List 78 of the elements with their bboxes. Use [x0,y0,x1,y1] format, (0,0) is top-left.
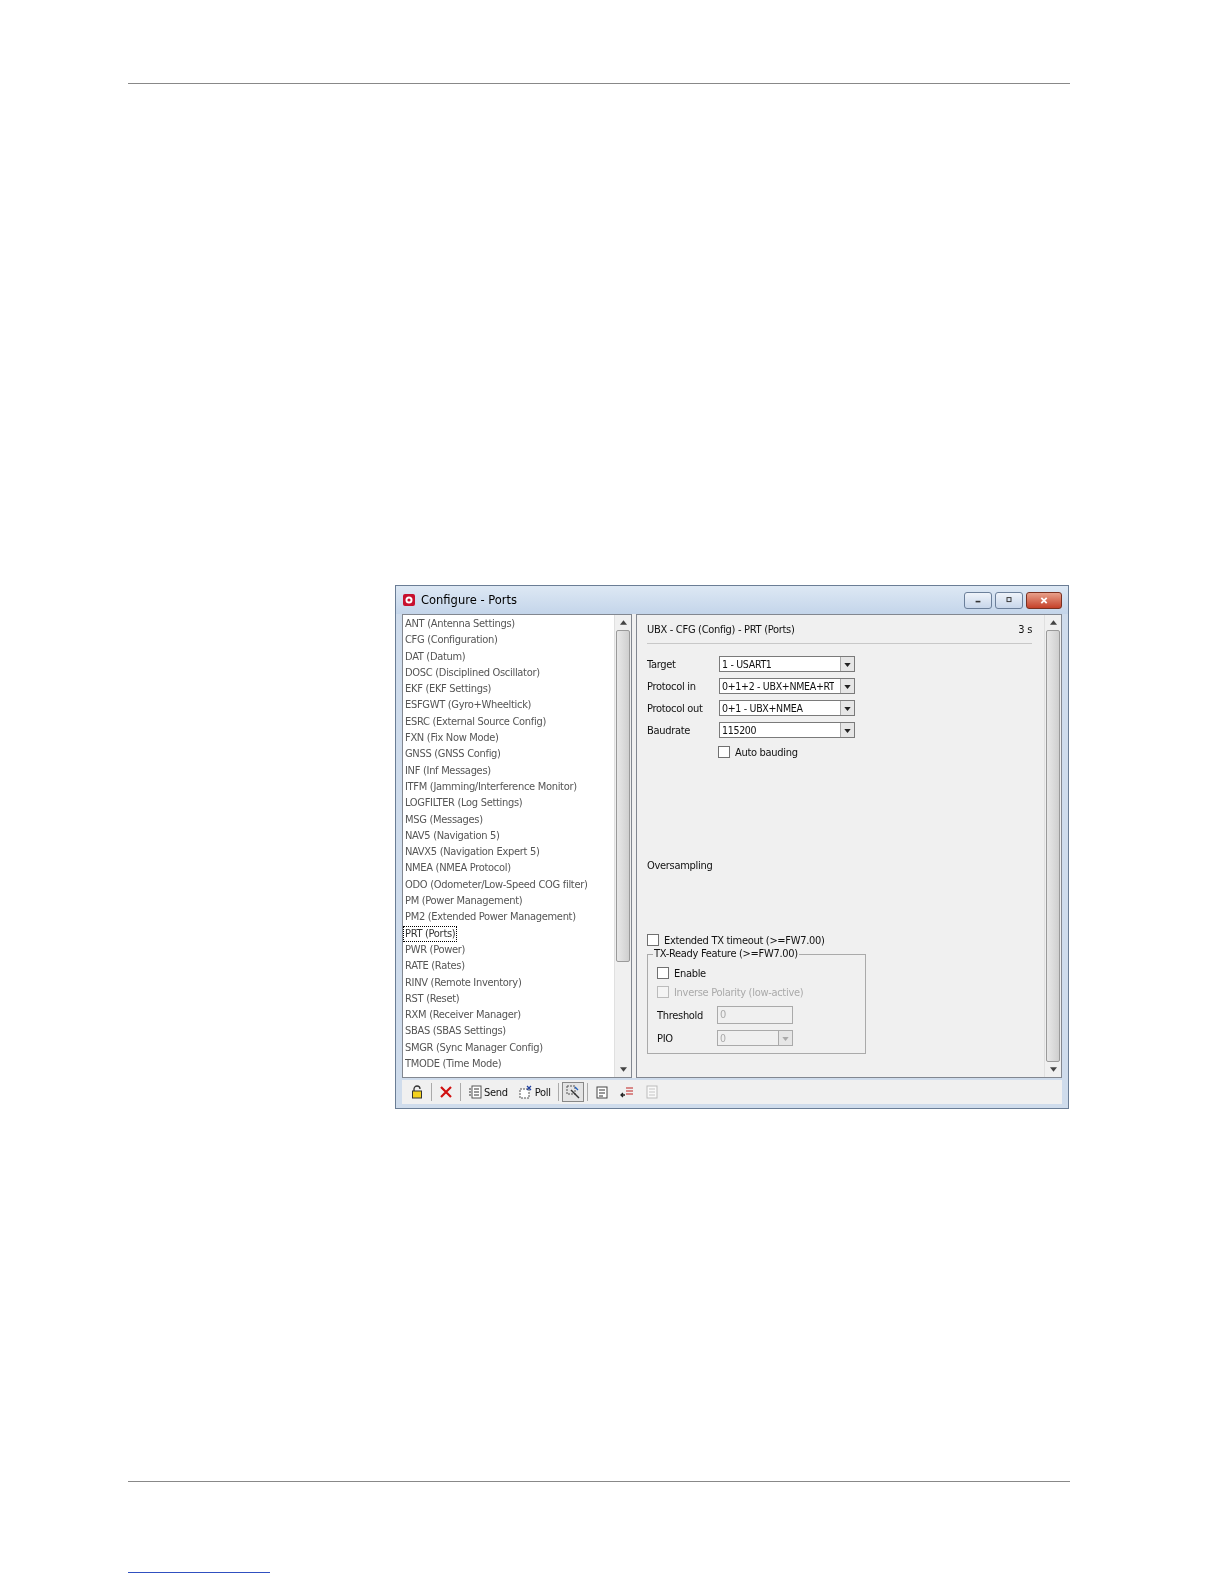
list-item[interactable]: INF (Inf Messages) [403,762,614,779]
list-item[interactable]: PWR (Power) [403,941,614,959]
oversampling-label: Oversampling [647,859,714,872]
checkbox[interactable] [718,746,730,758]
scroll-up-icon [619,620,627,625]
list-item[interactable]: NAV5 (Navigation 5) [403,827,614,845]
dashed-box-icon [518,1085,533,1099]
list-item[interactable]: RXM (Receiver Manager) [403,1007,614,1024]
padlock-icon [410,1085,424,1099]
list-item[interactable]: SBAS (SBAS Settings) [403,1023,614,1040]
list-item[interactable]: DAT (Datum) [403,648,614,665]
page-icon [644,1085,659,1099]
checkbox-label: Enable [674,966,706,980]
age-label: 3 s [1018,623,1032,636]
list-item[interactable]: PRT (Ports) [403,925,458,942]
dropdown-arrow-icon [844,663,851,667]
window-title: Configure - Ports [421,593,518,607]
maximize-icon [1004,596,1014,604]
field-label: Threshold [657,1008,705,1022]
list-item[interactable]: LOGFILTER (Log Settings) [403,795,614,812]
close-button[interactable] [1026,591,1062,609]
list-item[interactable]: SMGR (Sync Manager Config) [403,1039,614,1056]
list-item[interactable]: ITFM (Jamming/Interference Monitor) [403,778,614,796]
minimize-button[interactable] [964,591,992,609]
list-item[interactable]: RINV (Remote Inventory) [403,974,614,991]
list-item[interactable]: PM (Power Management) [403,893,614,910]
list-item[interactable]: FXN (Fix Now Mode) [403,730,614,747]
maximize-button[interactable] [995,591,1023,609]
scroll-up-icon [1049,620,1057,625]
list-item[interactable]: ESRC (External Source Config) [403,713,614,731]
field-label: Baudrate [647,723,692,737]
list-item[interactable]: PM2 (Extended Power Management) [403,909,614,926]
field-label: Protocol out [647,701,704,715]
list-item[interactable]: TMODE (Time Mode) [403,1056,614,1073]
list-item[interactable]: NAVX5 (Navigation Expert 5) [403,844,614,861]
list-item[interactable]: ODO (Odometer/Low-Speed COG filter) [403,876,614,894]
group-title: TX-Ready Feature (>=FW7.00) [653,947,799,960]
list-item[interactable]: RATE (Rates) [403,958,614,975]
cross-icon [439,1085,453,1099]
poll-button[interactable]: Poll [514,1082,555,1102]
app-icon [402,593,416,607]
list-item[interactable]: MSG (Messages) [403,811,614,828]
dropdown-arrow-icon [844,685,851,689]
field-label: Protocol in [647,679,697,693]
dropdown-arrow-icon [844,729,851,733]
dropdown[interactable]: 1 - USART1 [719,656,855,672]
list-item[interactable]: EKF (EKF Settings) [403,681,614,698]
scrollbar[interactable] [614,615,631,1077]
panel-header: UBX - CFG (Config) - PRT (Ports) [647,623,795,636]
list-item[interactable]: NMEA (NMEA Protocol) [403,860,614,877]
scroll-down-icon [619,1067,627,1072]
wizard-button[interactable] [561,1082,584,1102]
checkbox-label: Extended TX timeout (>=FW7.00) [664,933,825,947]
list-item[interactable]: DOSC (Disciplined Oscillator) [403,664,614,682]
send-button[interactable]: Send [464,1082,512,1102]
list-item[interactable]: CFG (Configuration) [403,632,614,649]
scrollbar[interactable] [1044,615,1061,1077]
checkbox-label: Inverse Polarity (low-active) [674,985,804,999]
arrow-list-icon [619,1085,634,1099]
sheet-icon [594,1085,609,1099]
list-item[interactable]: GNSS (GNSS Config) [403,746,614,763]
dropdown[interactable]: 115200 [719,722,855,738]
list-item[interactable]: RST (Reset) [403,990,614,1008]
dropdown-arrow-icon [782,1037,789,1041]
dropdown[interactable]: 0+1+2 - UBX+NMEA+RT [719,678,855,694]
field-label: PIO [657,1031,674,1045]
close-icon [1039,595,1049,605]
list-item[interactable]: ESFGWT (Gyro+Wheeltick) [403,697,614,714]
dropdown-arrow-icon [844,707,851,711]
list-item[interactable]: ANT (Antenna Settings) [403,616,614,633]
dropdown[interactable]: 0+1 - UBX+NMEA [719,700,855,716]
checkbox-label: Auto bauding [735,745,798,759]
checkbox[interactable] [647,934,659,946]
checkbox[interactable] [657,967,669,979]
field-label: Target [647,657,677,671]
document-icon [468,1085,482,1099]
scroll-down-icon [1049,1067,1057,1072]
wand-icon [565,1085,580,1099]
